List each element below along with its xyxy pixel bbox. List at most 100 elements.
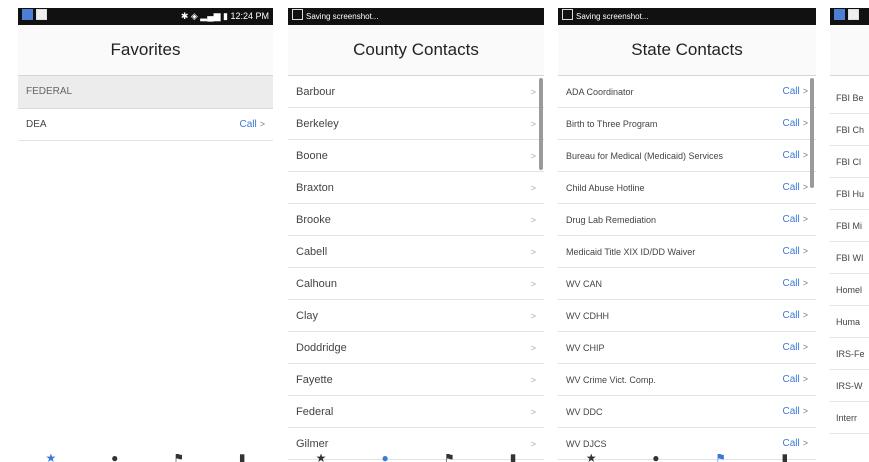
screenshot-icon [562, 9, 573, 20]
page-title [830, 25, 869, 76]
county-row[interactable]: Doddridge > [288, 332, 544, 364]
county-row[interactable]: Calhoun > [288, 268, 544, 300]
county-row[interactable]: Barbour > [288, 76, 544, 108]
call-button[interactable]: Call > [783, 406, 809, 417]
bottom-nav: ★ ● ⚑ ▮ [558, 454, 816, 462]
contact-name: WV CDHH [566, 310, 609, 321]
chevron-right-icon: > [530, 406, 536, 417]
federal-contact-row[interactable]: IRS-W [830, 370, 869, 402]
county-name: Gilmer [296, 437, 329, 450]
call-button[interactable]: Call > [783, 150, 809, 161]
status-left: Saving screenshot... [292, 8, 378, 25]
federal-contact-row[interactable]: Homel [830, 274, 869, 306]
call-button[interactable]: Call > [783, 214, 809, 225]
call-button[interactable]: Call > [783, 374, 809, 385]
chevron-right-icon: > [530, 310, 536, 321]
call-button[interactable]: Call > [783, 438, 809, 449]
chevron-right-icon: > [530, 278, 536, 289]
call-button[interactable]: Call > [783, 246, 809, 257]
state-contact-row[interactable]: WV DDC Call > [558, 396, 816, 428]
call-button[interactable]: Call > [783, 86, 809, 97]
county-row[interactable]: Cabell > [288, 236, 544, 268]
county-row[interactable]: Boone > [288, 140, 544, 172]
favorites-screen: ✱ ◈ ▂▄▆ ▮ 12:24 PM Favorites FEDERAL DEA… [18, 8, 273, 462]
call-button[interactable]: Call > [240, 119, 266, 130]
contact-name: Medicaid Title XIX ID/DD Waiver [566, 246, 696, 257]
federal-tab-icon[interactable]: ▮ [510, 454, 517, 462]
county-row[interactable]: Clay > [288, 300, 544, 332]
state-tab-icon[interactable]: ⚑ [444, 454, 455, 462]
chevron-right-icon: > [530, 214, 536, 225]
federal-contact-row[interactable]: Interr [830, 402, 869, 434]
county-name: Braxton [296, 181, 334, 194]
app-notification-icon [22, 9, 33, 20]
call-button[interactable]: Call > [783, 118, 809, 129]
state-list: ADA Coordinator Call > Birth to Three Progr… [558, 76, 816, 460]
favorites-tab-icon[interactable]: ★ [316, 454, 327, 462]
contact-name: Interr [836, 412, 858, 423]
call-button[interactable]: Call > [783, 342, 809, 353]
state-contact-row[interactable]: ADA Coordinator Call > [558, 76, 816, 108]
page-title: State Contacts [558, 25, 816, 76]
federal-contact-row[interactable]: FBI Mi [830, 210, 869, 242]
image-notification-icon [848, 9, 859, 20]
status-bar: ✱ ◈ ▂▄▆ ▮ 12:24 PM [18, 8, 273, 25]
state-contact-row[interactable]: WV CDHH Call > [558, 300, 816, 332]
federal-tab-icon[interactable]: ▮ [239, 454, 246, 462]
image-notification-icon [36, 9, 47, 20]
county-row[interactable]: Braxton > [288, 172, 544, 204]
county-tab-icon[interactable]: ● [381, 454, 388, 462]
chevron-right-icon: > [530, 374, 536, 385]
contact-name: ADA Coordinator [566, 86, 634, 97]
chevron-right-icon: > [802, 150, 808, 160]
state-contact-row[interactable]: Bureau for Medical (Medicaid) Services Ca… [558, 140, 816, 172]
county-name: Clay [296, 309, 319, 322]
federal-contact-row[interactable]: FBI Cl [830, 146, 869, 178]
county-row[interactable]: Brooke > [288, 204, 544, 236]
app-notification-icon [834, 9, 845, 20]
county-name: Boone [296, 149, 328, 162]
county-row[interactable]: Berkeley > [288, 108, 544, 140]
state-contact-row[interactable]: Birth to Three Program Call > [558, 108, 816, 140]
county-tab-icon[interactable]: ● [652, 454, 659, 462]
county-row[interactable]: Fayette > [288, 364, 544, 396]
chevron-right-icon: > [802, 310, 808, 320]
scrollbar[interactable] [810, 78, 814, 188]
favorites-tab-icon[interactable]: ★ [45, 454, 56, 462]
chevron-right-icon: > [530, 182, 536, 193]
favorite-row-dea[interactable]: DEA Call > [18, 109, 273, 141]
contact-name: WV CHIP [566, 342, 605, 353]
federal-contact-row[interactable]: IRS-Fe [830, 338, 869, 370]
chevron-right-icon: > [802, 182, 808, 192]
federal-contact-row[interactable]: FBI WI [830, 242, 869, 274]
federal-contact-row[interactable]: FBI Be [830, 82, 869, 114]
federal-contacts-screen: FBI Be FBI Ch FBI Cl FBI Hu FBI Mi FBI WI Home… [830, 8, 869, 462]
state-contact-row[interactable]: WV Crime Vict. Comp. Call > [558, 364, 816, 396]
contact-name: FBI Be [836, 92, 864, 103]
contact-name: IRS-Fe [836, 348, 865, 359]
county-tab-icon[interactable]: ● [111, 454, 118, 462]
scrollbar[interactable] [539, 78, 543, 170]
chevron-right-icon: > [530, 246, 536, 257]
state-tab-icon[interactable]: ⚑ [715, 454, 726, 462]
state-contact-row[interactable]: Medicaid Title XIX ID/DD Waiver Call > [558, 236, 816, 268]
call-button[interactable]: Call > [783, 278, 809, 289]
state-contact-row[interactable]: Drug Lab Remediation Call > [558, 204, 816, 236]
saving-screenshot-text: Saving screenshot... [576, 12, 649, 21]
favorites-tab-icon[interactable]: ★ [586, 454, 597, 462]
state-contact-row[interactable]: WV CHIP Call > [558, 332, 816, 364]
contact-name: DEA [26, 119, 47, 130]
chevron-right-icon: > [802, 214, 808, 224]
county-row[interactable]: Federal > [288, 396, 544, 428]
federal-contact-row[interactable]: Huma [830, 306, 869, 338]
state-tab-icon[interactable]: ⚑ [173, 454, 184, 462]
state-contact-row[interactable]: WV CAN Call > [558, 268, 816, 300]
federal-tab-icon[interactable]: ▮ [782, 454, 789, 462]
section-header-federal: FEDERAL [18, 76, 273, 109]
call-button[interactable]: Call > [783, 182, 809, 193]
contact-name: WV DDC [566, 406, 603, 417]
federal-contact-row[interactable]: FBI Ch [830, 114, 869, 146]
call-button[interactable]: Call > [783, 310, 809, 321]
federal-contact-row[interactable]: FBI Hu [830, 178, 869, 210]
state-contact-row[interactable]: Child Abuse Hotline Call > [558, 172, 816, 204]
